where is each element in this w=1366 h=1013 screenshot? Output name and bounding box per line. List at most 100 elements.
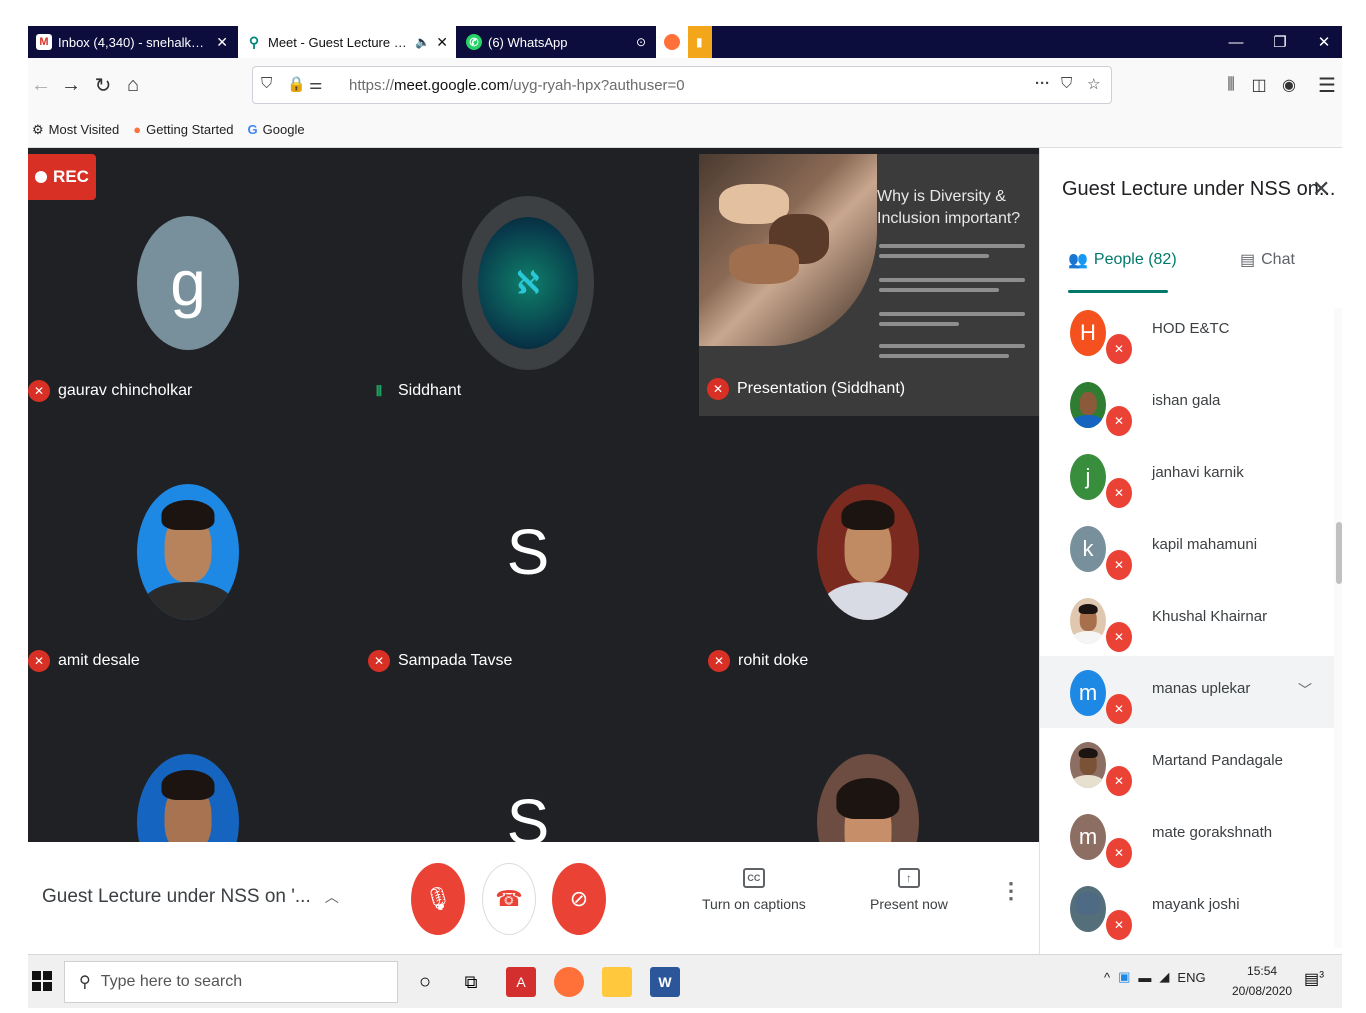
slide-title: Why is Diversity & Inclusion important?	[877, 188, 1021, 227]
list-item[interactable]: H ✕ HOD E&TC	[1040, 296, 1334, 368]
clock-time: 15:54	[1247, 964, 1278, 978]
taskbar-search-input[interactable]: ⚲ Type here to search	[64, 961, 398, 1003]
pocket-icon[interactable]: ⛉	[1061, 75, 1072, 92]
task-view-icon[interactable]: ⧉	[456, 967, 486, 997]
slide-bullet	[879, 322, 959, 326]
close-window-icon[interactable]: ✕	[1302, 26, 1342, 58]
tab-people[interactable]: 👥 People (82)	[1068, 250, 1177, 270]
list-item[interactable]: m ✕ mate gorakshnath	[1040, 800, 1334, 872]
google-icon: G	[247, 122, 258, 137]
url-text[interactable]: https://meet.google.com/uyg-ryah-hpx?aut…	[349, 77, 685, 94]
meeting-details-toggle[interactable]: Guest Lecture under NSS on '... ︿	[42, 886, 339, 908]
avatar	[1070, 598, 1106, 644]
list-item[interactable]: ✕ Khushal Khairnar	[1040, 584, 1334, 656]
tab-chat[interactable]: ▤ Chat	[1240, 250, 1295, 270]
list-item[interactable]: ✕ mayank joshi	[1040, 872, 1334, 944]
recording-badge: REC	[28, 154, 96, 200]
language-indicator[interactable]: ENG	[1177, 970, 1205, 985]
people-scrollbar[interactable]	[1334, 308, 1342, 948]
list-item[interactable]: k ✕ kapil mahamuni	[1040, 512, 1334, 584]
microphone-indicator[interactable]: ▮	[688, 26, 712, 58]
account-icon[interactable]: ◉	[1276, 72, 1302, 98]
list-item[interactable]: ✕ ishan gala	[1040, 368, 1334, 440]
permissions-icon[interactable]: ⚌	[309, 75, 322, 93]
app-tray-icon[interactable]: ▣	[1118, 969, 1130, 985]
sidebar-icon[interactable]: ◫	[1246, 72, 1272, 98]
bookmark-getting-started[interactable]: ● Getting Started	[133, 122, 233, 137]
slide-bullet	[879, 354, 1009, 358]
mic-off-icon: ✕	[1106, 334, 1132, 364]
restore-icon[interactable]: ❐	[1258, 26, 1302, 58]
acrobat-icon[interactable]: A	[506, 967, 536, 997]
close-tab-icon[interactable]: ✕	[436, 34, 448, 51]
shield-icon[interactable]: ⛉	[261, 75, 272, 92]
participant-name: janhavi karnik	[1152, 464, 1244, 481]
reload-icon[interactable]: ↻	[90, 72, 116, 98]
avatar	[1070, 742, 1106, 788]
presentation-tile[interactable]: Why is Diversity & Inclusion important? …	[699, 154, 1039, 416]
tab-whatsapp[interactable]: ✆ (6) WhatsApp ⊙	[458, 26, 654, 58]
gear-icon: ⚙	[32, 121, 44, 137]
firefox-tab[interactable]	[656, 26, 688, 58]
chevron-up-icon[interactable]: ^	[1104, 970, 1110, 985]
whatsapp-icon: ✆	[466, 34, 482, 50]
forward-icon[interactable]: →	[58, 72, 84, 98]
bookmark-google[interactable]: G Google	[248, 122, 305, 137]
list-item[interactable]: m ✕ manas uplekar ﹀	[1040, 656, 1334, 728]
lock-icon[interactable]: 🔒	[287, 75, 306, 93]
bookmark-most-visited[interactable]: ⚙ Most Visited	[32, 122, 119, 138]
present-now-button[interactable]: ↑ Present now	[870, 868, 948, 912]
mic-off-icon: ✕	[1106, 838, 1132, 868]
participant-photo	[137, 484, 239, 620]
mic-off-icon: ✕	[1106, 910, 1132, 940]
captions-label: Turn on captions	[702, 896, 806, 912]
cortana-icon[interactable]: ○	[410, 967, 440, 997]
captions-button[interactable]: CC Turn on captions	[702, 868, 806, 912]
word-icon[interactable]: W	[650, 967, 680, 997]
clock-date: 20/08/2020	[1232, 984, 1293, 998]
star-icon[interactable]: ☆	[1087, 75, 1100, 93]
speaker-icon[interactable]: 🔈	[415, 35, 430, 49]
avatar-initial: m	[1078, 680, 1098, 705]
leave-call-button[interactable]: ☎	[482, 863, 536, 935]
browser-tab-strip: M Inbox (4,340) - snehalkoparde ✕ ⚲ Meet…	[28, 26, 1342, 58]
scrollbar-thumb[interactable]	[1336, 522, 1342, 584]
tab-meet[interactable]: ⚲ Meet - Guest Lecture under 🔈 ✕	[238, 26, 456, 58]
library-icon[interactable]: ⫼	[1218, 72, 1244, 98]
avatar	[1070, 382, 1106, 428]
camera-toggle-button[interactable]: ⊘	[552, 863, 606, 935]
people-list: H ✕ HOD E&TC ✕ ishan gala j ✕ janhavi ka…	[1040, 296, 1334, 954]
url-bar[interactable]: ⛉ 🔒 ⚌ https://meet.google.com/uyg-ryah-h…	[252, 66, 1112, 104]
location-pin-icon: ⚲	[248, 33, 260, 50]
participant-name: Sampada Tavse	[398, 652, 513, 669]
chevron-down-icon[interactable]: ﹀	[1298, 680, 1312, 700]
menu-icon[interactable]: ☰	[1314, 72, 1340, 98]
volume-icon[interactable]: ◢	[1159, 969, 1169, 985]
list-item[interactable]: j ✕ janhavi karnik	[1040, 440, 1334, 512]
avatar: k	[1070, 526, 1106, 572]
minimize-icon[interactable]: —	[1214, 26, 1258, 58]
windows-start-icon[interactable]	[32, 971, 52, 991]
file-explorer-icon[interactable]	[602, 967, 632, 997]
firefox-icon[interactable]	[554, 967, 584, 997]
home-icon[interactable]: ⌂	[120, 72, 146, 98]
avatar-initial: S	[506, 786, 550, 842]
close-tab-icon[interactable]: ✕	[216, 34, 228, 51]
avatar: m	[1070, 814, 1106, 860]
more-options-icon[interactable]: ⋮	[1000, 880, 1022, 902]
participant-photo	[137, 754, 239, 842]
people-tab-label: People (82)	[1093, 251, 1177, 268]
tab-gmail[interactable]: M Inbox (4,340) - snehalkoparde ✕	[28, 26, 236, 58]
taskbar-clock[interactable]: 15:54 20/08/2020	[1232, 961, 1292, 1001]
slide-bullet	[879, 344, 1025, 348]
close-icon[interactable]: ✕	[1312, 176, 1330, 202]
network-icon[interactable]: ▬	[1138, 970, 1151, 985]
present-icon: ↑	[897, 868, 920, 888]
notifications-icon[interactable]: ▤3	[1304, 969, 1324, 989]
back-icon[interactable]: ←	[28, 72, 54, 98]
list-item[interactable]: ✕ Martand Pandagale	[1040, 728, 1334, 800]
play-icon[interactable]: ⊙	[636, 35, 646, 49]
url-path: /uyg-ryah-hpx?authuser=0	[509, 76, 685, 94]
page-actions-icon[interactable]: ···	[1035, 75, 1050, 92]
microphone-toggle-button[interactable]: 🎙	[411, 863, 465, 935]
